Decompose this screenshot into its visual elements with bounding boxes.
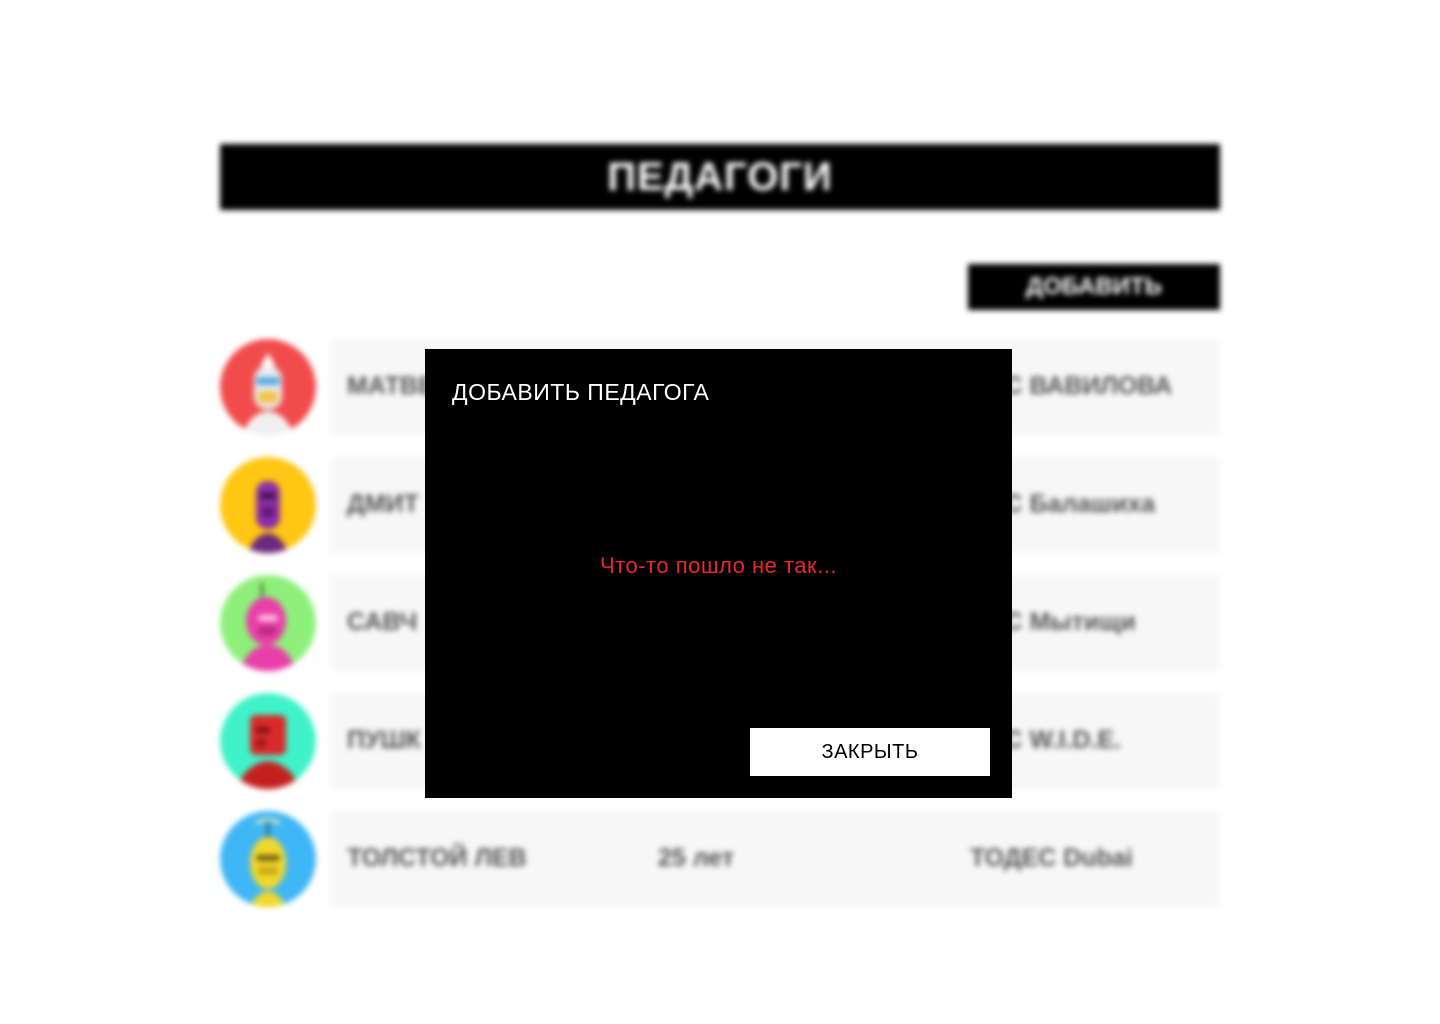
- robot-avatar-yellow-icon: [220, 811, 316, 907]
- teacher-name: ПУШК: [347, 726, 421, 754]
- teacher-name: САВЧ: [347, 608, 418, 636]
- teacher-age: 25 лет: [658, 844, 735, 872]
- error-message: Что-то пошло не так...: [600, 553, 837, 578]
- teacher-row[interactable]: ТОЛСТОЙ ЛЕВ 25 лет ТОДЕС Dubai: [220, 811, 1220, 907]
- modal-title: ДОБАВИТЬ ПЕДАГОГА: [452, 379, 710, 405]
- teacher-card: ТОЛСТОЙ ЛЕВ 25 лет ТОДЕС Dubai: [330, 811, 1220, 907]
- robot-avatar-pink-icon: [220, 575, 316, 671]
- teacher-studio: ТОДЕС Dubai: [970, 844, 1133, 872]
- page-title-bar: ПЕДАГОГИ: [220, 144, 1220, 210]
- add-teacher-modal: ДОБАВИТЬ ПЕДАГОГА Что-то пошло не так...…: [425, 349, 1012, 798]
- page-title: ПЕДАГОГИ: [607, 154, 833, 199]
- robot-avatar-red-icon: [220, 693, 316, 789]
- teacher-name: ТОЛСТОЙ ЛЕВ: [347, 844, 527, 872]
- teacher-name: МАТВЕ: [347, 372, 435, 400]
- teachers-page: ПЕДАГОГИ ДОБАВИТЬ МАТВЕ ДЕС ВАВИЛОВА ДМИ…: [0, 0, 1440, 1024]
- robot-avatar-purple-icon: [220, 457, 316, 553]
- robot-avatar-white-icon: [220, 339, 316, 435]
- add-teacher-button[interactable]: ДОБАВИТЬ: [968, 264, 1220, 310]
- teacher-name: ДМИТ: [347, 490, 419, 518]
- close-button[interactable]: ЗАКРЫТЬ: [750, 728, 990, 776]
